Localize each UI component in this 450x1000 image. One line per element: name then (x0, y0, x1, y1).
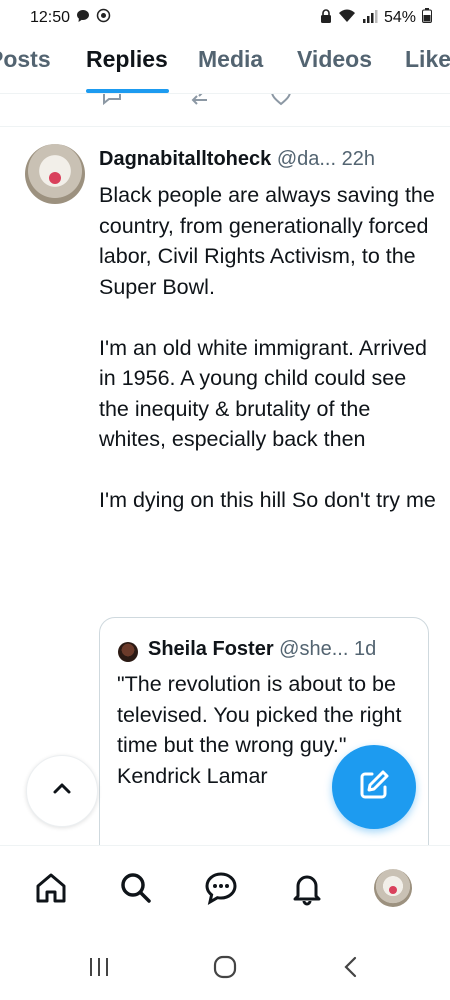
status-right: 54% (320, 8, 432, 28)
profile-tabs: Posts Replies Media Videos Likes (0, 38, 450, 94)
scroll-to-top-button[interactable] (26, 755, 98, 827)
post-paragraph: I'm dying on this hill So don't try me (99, 488, 436, 512)
signal-icon (362, 9, 378, 28)
target-icon (96, 8, 111, 28)
lock-icon (320, 8, 332, 28)
avatar-detail (49, 172, 61, 184)
nav-avatar-image (374, 869, 412, 907)
chat-bubble-icon (76, 9, 90, 28)
tab-posts[interactable]: Posts (0, 46, 51, 73)
compose-button[interactable] (332, 745, 416, 829)
author-handle[interactable]: @da... (277, 148, 336, 170)
tab-replies[interactable]: Replies (86, 46, 168, 73)
post-paragraph: I'm an old white immigrant. Arrived in 1… (99, 335, 427, 452)
post-header: Dagnabitalltoheck @da... 22h (99, 148, 439, 171)
quote-time: 1d (353, 638, 377, 660)
reply-icon[interactable] (100, 94, 124, 108)
previous-post-actions (0, 94, 450, 108)
compose-icon (356, 767, 392, 808)
system-navigation-bar (0, 935, 450, 1000)
status-left: 12:50 (30, 8, 111, 28)
repost-icon[interactable] (186, 94, 226, 108)
quote-header: Sheila Foster @she... 1d (148, 638, 423, 661)
post-time[interactable]: 22h (342, 148, 375, 170)
status-bar: 12:50 54% (0, 0, 450, 36)
profile-avatar[interactable] (369, 864, 417, 912)
back-icon[interactable] (331, 950, 371, 984)
battery-percent: 54% (383, 9, 416, 26)
home-icon[interactable] (27, 864, 75, 912)
notifications-icon[interactable] (283, 864, 331, 912)
post-paragraph: Black people are always saving the count… (99, 183, 435, 299)
active-tab-indicator (86, 89, 169, 93)
messages-icon[interactable] (197, 864, 245, 912)
wifi-icon (338, 9, 356, 28)
status-time: 12:50 (30, 9, 71, 26)
quote-author-handle: @she... (279, 638, 349, 660)
post-text: Black people are always saving the count… (99, 180, 439, 546)
avatar-detail (389, 886, 397, 894)
author-display-name[interactable]: Dagnabitalltoheck (99, 148, 271, 170)
search-icon[interactable] (112, 864, 160, 912)
tab-likes[interactable]: Likes (405, 46, 450, 73)
like-icon[interactable] (270, 94, 330, 108)
author-avatar[interactable] (25, 144, 85, 204)
tab-videos[interactable]: Videos (297, 46, 372, 73)
recents-icon[interactable] (79, 950, 119, 984)
quote-author-avatar (118, 642, 138, 662)
bottom-navigation (0, 845, 450, 935)
battery-icon (422, 8, 432, 28)
chevron-up-icon (50, 777, 74, 806)
quote-author-name: Sheila Foster (148, 638, 274, 660)
tab-media[interactable]: Media (198, 46, 263, 73)
home-circle-icon[interactable] (205, 950, 245, 984)
post-divider (0, 126, 450, 127)
